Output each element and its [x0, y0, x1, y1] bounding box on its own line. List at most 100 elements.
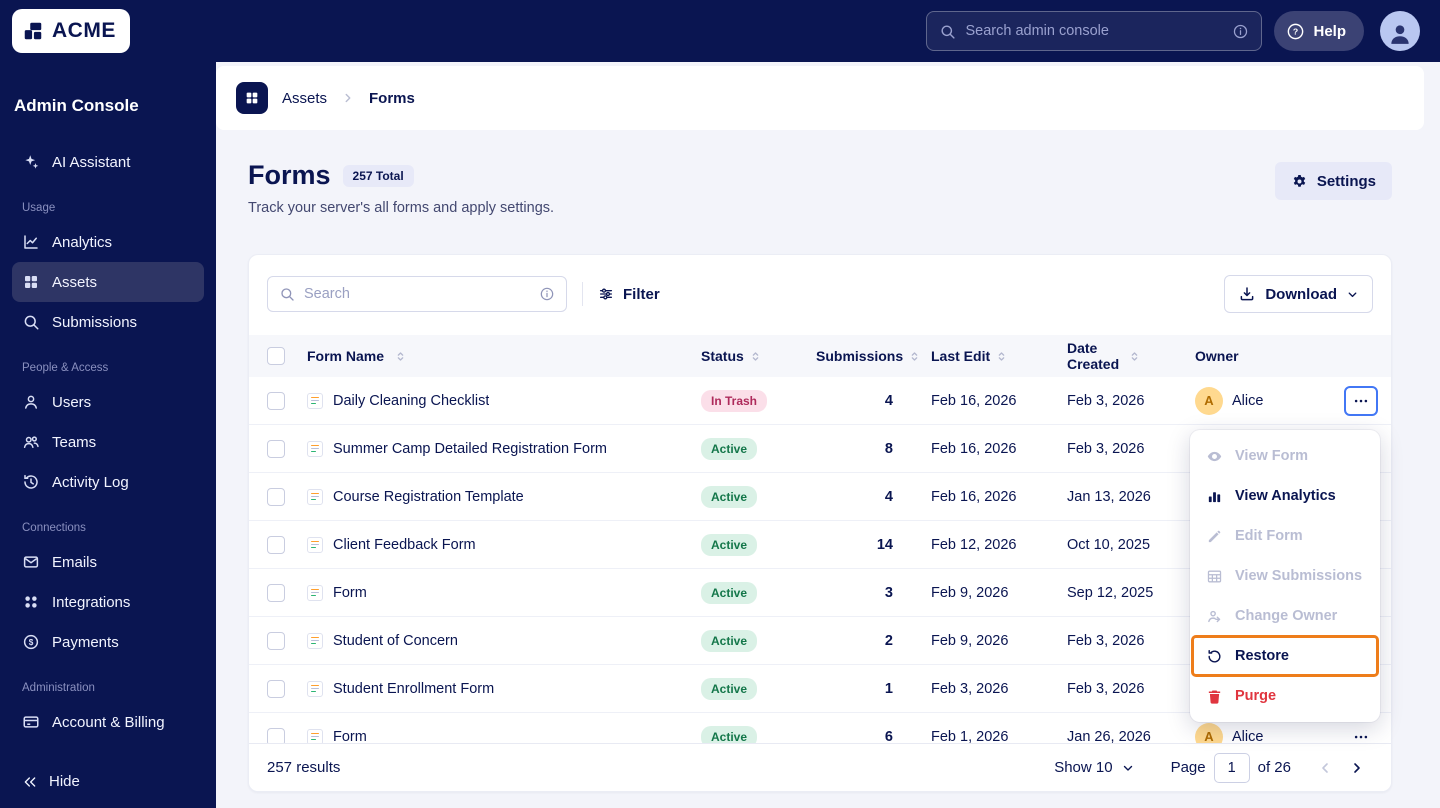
submissions-count: 1: [884, 680, 893, 697]
sidebar-item-label: Integrations: [52, 593, 131, 611]
collapse-icon: [22, 774, 38, 790]
column-header-status[interactable]: Status: [701, 348, 816, 364]
change-owner-icon: [1206, 608, 1223, 625]
sidebar-item-ai-assistant[interactable]: AI Assistant: [12, 142, 204, 182]
search-icon: [22, 313, 40, 331]
table-search-input[interactable]: [304, 286, 530, 302]
row-checkbox[interactable]: [267, 391, 285, 410]
breadcrumb-assets-link[interactable]: Assets: [282, 90, 327, 107]
submissions-count: 2: [884, 632, 893, 649]
settings-button[interactable]: Settings: [1274, 162, 1392, 200]
filter-button[interactable]: Filter: [598, 286, 660, 303]
next-page-button[interactable]: [1341, 752, 1373, 784]
filter-icon: [598, 286, 614, 302]
status-badge: Active: [701, 485, 758, 508]
page-number-input[interactable]: [1213, 752, 1250, 783]
last-edit-date: Feb 12, 2026: [931, 536, 1017, 553]
analytics-bars-icon: [1206, 488, 1223, 505]
sidebar-section-label: Usage: [22, 202, 56, 214]
form-icon: [307, 488, 323, 505]
form-icon: [307, 392, 323, 409]
column-header-date-created[interactable]: Date Created: [1067, 340, 1195, 372]
form-icon: [307, 584, 323, 601]
breadcrumb: Assets Forms: [216, 66, 1424, 130]
download-button[interactable]: Download: [1224, 275, 1373, 313]
hide-sidebar-button[interactable]: Hide: [12, 765, 90, 798]
sidebar-item-label: Submissions: [52, 313, 138, 331]
results-count: 257 results: [267, 759, 341, 776]
chevron-down-icon: [1121, 761, 1135, 775]
rows-per-page-select[interactable]: Show 10: [1054, 759, 1134, 776]
form-name-link[interactable]: Course Registration Template: [333, 489, 524, 505]
menu-item-restore[interactable]: Restore: [1191, 635, 1379, 677]
sidebar-item-label: Analytics: [52, 233, 113, 251]
sort-icon: [995, 350, 1008, 363]
sidebar-item-label: Payments: [52, 633, 119, 651]
teams-icon: [22, 433, 40, 451]
form-icon: [307, 680, 323, 697]
sidebar-item-analytics[interactable]: Analytics: [12, 222, 204, 262]
row-checkbox[interactable]: [267, 535, 285, 554]
column-header-form-name[interactable]: Form Name: [307, 348, 701, 364]
page-title: Forms: [248, 160, 331, 190]
row-checkbox[interactable]: [267, 439, 285, 458]
previous-page-button[interactable]: [1309, 752, 1341, 784]
date-created: Jan 13, 2026: [1067, 488, 1151, 505]
menu-item-purge[interactable]: Purge: [1190, 676, 1380, 716]
eye-icon: [1206, 448, 1223, 465]
status-badge: Active: [701, 533, 758, 556]
column-header-submissions[interactable]: Submissions: [816, 348, 931, 364]
sidebar-item-payments[interactable]: $ Payments: [12, 622, 204, 662]
row-checkbox[interactable]: [267, 487, 285, 506]
sort-icon: [908, 350, 921, 363]
menu-item-view-analytics[interactable]: View Analytics: [1190, 476, 1380, 516]
pencil-icon: [1206, 528, 1223, 545]
select-all-checkbox[interactable]: [267, 347, 285, 365]
date-created: Oct 10, 2025: [1067, 536, 1151, 553]
user-avatar[interactable]: [1380, 11, 1420, 51]
integrations-icon: [22, 593, 40, 611]
table-search[interactable]: [267, 276, 567, 312]
billing-icon: [22, 713, 40, 731]
form-name-link[interactable]: Student of Concern: [333, 633, 458, 649]
sidebar-item-submissions[interactable]: Submissions: [12, 302, 204, 342]
column-header-last-edit[interactable]: Last Edit: [931, 348, 1067, 364]
row-checkbox[interactable]: [267, 679, 285, 698]
download-label: Download: [1265, 285, 1337, 303]
sidebar-item-label: Assets: [52, 273, 98, 291]
status-badge: Active: [701, 581, 758, 604]
row-checkbox[interactable]: [267, 631, 285, 650]
table-icon: [1206, 568, 1223, 585]
admin-search[interactable]: [926, 11, 1263, 51]
restore-icon: [1206, 648, 1223, 665]
sort-icon: [1128, 350, 1141, 363]
acme-logo[interactable]: ACME: [12, 9, 130, 53]
sidebar-item-integrations[interactable]: Integrations: [12, 582, 204, 622]
form-name-link[interactable]: Daily Cleaning Checklist: [333, 393, 489, 409]
form-icon: [307, 536, 323, 553]
help-button[interactable]: ? Help: [1274, 11, 1364, 51]
form-name-link[interactable]: Form: [333, 585, 367, 601]
total-badge: 257 Total: [342, 164, 414, 187]
sidebar-item-account-billing[interactable]: Account & Billing: [12, 702, 204, 742]
settings-label: Settings: [1316, 172, 1376, 190]
date-created: Feb 3, 2026: [1067, 440, 1145, 457]
sort-icon: [394, 350, 407, 363]
owner-name: Alice: [1232, 392, 1264, 409]
form-name-link[interactable]: Student Enrollment Form: [333, 681, 494, 697]
breadcrumb-current: Forms: [369, 89, 415, 107]
sidebar-item-label: Activity Log: [52, 473, 129, 491]
sidebar-item-activity-log[interactable]: Activity Log: [12, 462, 204, 502]
sidebar-item-teams[interactable]: Teams: [12, 422, 204, 462]
row-checkbox[interactable]: [267, 583, 285, 602]
form-name-link[interactable]: Client Feedback Form: [333, 537, 476, 553]
sidebar-item-emails[interactable]: Emails: [12, 542, 204, 582]
form-name-link[interactable]: Summer Camp Detailed Registration Form: [333, 441, 607, 457]
admin-search-input[interactable]: [965, 23, 1224, 39]
last-edit-date: Feb 16, 2026: [931, 392, 1017, 409]
row-actions-button[interactable]: [1344, 385, 1378, 416]
sidebar-item-users[interactable]: Users: [12, 382, 204, 422]
filter-label: Filter: [623, 285, 660, 303]
page-label: Page: [1170, 759, 1206, 776]
sidebar-item-assets[interactable]: Assets: [12, 262, 204, 302]
